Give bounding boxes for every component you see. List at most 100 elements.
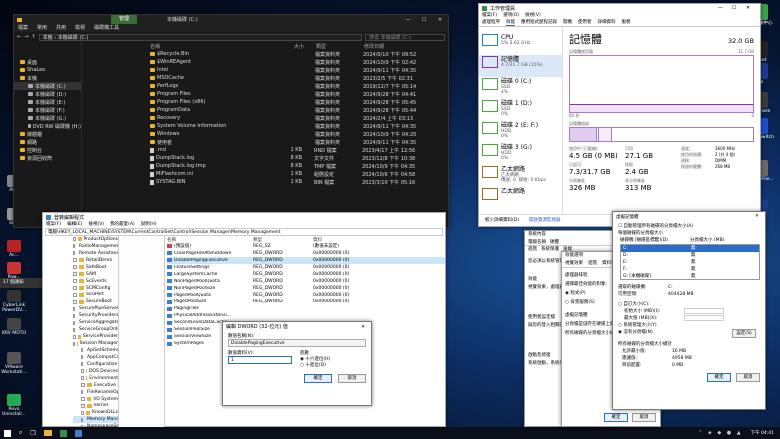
file-row[interactable]: Recovery 檔案資料夾 2024/2/4 上午 03:13 (150, 114, 448, 122)
expand-icon[interactable] (81, 369, 84, 374)
tab[interactable]: 使用者 (578, 19, 592, 26)
fewer-details-link[interactable]: 較少詳細資料(D) (485, 217, 519, 223)
expand-icon[interactable] (81, 362, 83, 367)
nav-item[interactable]: 本機磁碟 (G:) (14, 114, 81, 122)
col-type[interactable]: 類型 (304, 43, 356, 50)
tree-key[interactable]: ScsiPort (73, 292, 118, 299)
tree-key[interactable]: KnownDLLs (73, 409, 118, 416)
ribbon-tab[interactable]: 檢視 (75, 24, 85, 32)
perf-side-item[interactable]: 磁碟 2 (E: F:) HDD 0% (479, 121, 562, 143)
regedit-taskbar-icon[interactable] (74, 429, 82, 437)
nav-item[interactable]: 本機磁碟 (E:) (14, 98, 81, 106)
col-date[interactable]: 修改日期 (356, 43, 384, 50)
menu-item[interactable]: 檔案(F) (46, 221, 61, 228)
tree-key[interactable]: ServiceAggregatedEvents (73, 319, 118, 326)
value-data-input[interactable]: 1 (228, 356, 292, 364)
tree-key[interactable]: Environment (73, 375, 118, 382)
search-input[interactable]: 搜尋 本機磁碟 (C:) (365, 33, 445, 41)
drive-row[interactable]: E: 無 (621, 259, 759, 266)
minimize-button[interactable]: — (400, 17, 416, 23)
nav-item[interactable]: 本機 (14, 74, 81, 82)
tree-key[interactable]: ProductOptions (73, 236, 118, 243)
tree-key[interactable]: AppCompatCache (73, 354, 118, 361)
expand-icon[interactable] (73, 306, 75, 311)
tree-key[interactable]: kernel (73, 403, 118, 410)
col-value-data[interactable]: 資料 (313, 237, 322, 243)
expand-icon[interactable] (81, 390, 83, 395)
regedit-path[interactable]: 電腦\HKEY_LOCAL_MACHINE\SYSTEM\CurrentCont… (45, 228, 443, 236)
perf-side-item[interactable]: 乙太網路 (479, 187, 562, 209)
ribbon-tab[interactable]: 磁碟機工具 (94, 24, 119, 32)
tab[interactable]: 效能 (506, 19, 515, 26)
tab-computer-name[interactable]: 電腦名稱 (528, 239, 546, 245)
resource-monitor-link[interactable]: 開啟資源監視器 (529, 217, 561, 223)
file-row[interactable]: SYSTAG.BIN 1 KB BIN 檔案 2023/3/10 下午 05:16 (150, 178, 448, 186)
file-row[interactable]: Windows 檔案資料夾 2024/10/9 下午 04:20 (150, 130, 448, 138)
expand-icon[interactable] (81, 417, 83, 422)
expand-icon[interactable] (73, 272, 77, 277)
tree-key[interactable]: DOS Devices (73, 368, 118, 375)
expand-icon[interactable] (73, 286, 77, 291)
menu-item[interactable]: 檔案(F) (482, 12, 497, 19)
tab[interactable]: 處理程序 (482, 19, 500, 26)
file-row[interactable]: DumpStack.log.tmp 8 KB TMP 檔案 2024/10/9 下午 … (150, 162, 448, 170)
minimize-button[interactable]: — (718, 5, 732, 11)
tab[interactable]: 服務 (622, 19, 631, 26)
address-bar[interactable]: 本機 › 本機磁碟 (C:) (38, 33, 362, 41)
perf-side-item[interactable]: 磁碟 3 (G:) HDD 0% (479, 143, 562, 165)
expand-icon[interactable] (81, 348, 83, 353)
menu-item[interactable]: 選項(O) (503, 12, 519, 19)
perf-side-item[interactable]: CPU 5% 2.62 GHz (479, 33, 562, 55)
expand-icon[interactable] (73, 251, 75, 256)
tree-key[interactable]: Session Manager (73, 340, 118, 347)
tree-key[interactable]: FileRenameOperations (73, 389, 118, 396)
registry-value-row[interactable]: DisablePagingExecutive REG_DWORD 0x0000000… (167, 256, 445, 264)
file-row[interactable]: Program Files 檔案資料夾 2024/9/28 下午 04:41 (150, 90, 448, 98)
perf-side-item[interactable]: 磁碟 0 (C:) SSD 4% (479, 77, 562, 99)
start-icon[interactable] (4, 429, 11, 437)
nav-item[interactable]: 媒體櫃 (14, 130, 81, 138)
back-icon[interactable]: ← (17, 34, 21, 40)
tree-key[interactable]: RetailDemo (73, 257, 118, 264)
expand-icon[interactable] (73, 341, 76, 346)
file-row[interactable]: DumpStack.log 8 KB 文字文件 2023/12/8 下午 10:38 (150, 154, 448, 162)
tab-manage[interactable]: 管理 (111, 15, 138, 24)
tree-key[interactable]: NamespaceSeparation (73, 423, 118, 427)
registry-value-row[interactable]: ClearPageFileAtShutdown REG_DWORD 0x000000… (167, 250, 445, 257)
tree-key[interactable]: SecurityProviders (73, 312, 118, 319)
nav-item[interactable]: 本機磁碟 (F:) (14, 106, 81, 114)
menu-item[interactable]: 我的最愛(A) (110, 221, 135, 228)
tree-key[interactable]: RadioManagement (73, 243, 118, 250)
file-row[interactable]: System Volume Information 檔案資料夾 2024/9/11 … (150, 122, 448, 130)
nav-item[interactable]: 桌面 (14, 58, 81, 66)
taskmgr-taskbar-icon[interactable] (59, 429, 67, 437)
menu-item[interactable]: 檢視(V) (88, 221, 104, 228)
maximize-button[interactable]: ☐ (732, 5, 746, 11)
tree-key[interactable]: Executive (73, 382, 118, 389)
expand-icon[interactable] (81, 376, 84, 381)
forward-icon[interactable]: → (24, 34, 28, 40)
nav-item[interactable]: 本機磁碟 (C:) (14, 82, 81, 90)
explorer-taskbar-icon[interactable] (43, 430, 52, 436)
drive-row[interactable]: G: [本機磁碟] 無 (621, 273, 759, 280)
maximize-button[interactable]: ☐ (416, 17, 432, 23)
registry-value-row[interactable]: NonPagedPoolQuota REG_DWORD 0x00000000 (0) (167, 278, 445, 285)
search-icon[interactable]: ⌕ (19, 429, 22, 437)
registry-value-row[interactable]: PagedPoolQuota REG_DWORD 0x00000000 (0) (167, 292, 445, 299)
expand-icon[interactable] (73, 320, 75, 325)
close-button[interactable]: ✕ (432, 17, 448, 23)
expand-icon[interactable] (73, 292, 77, 297)
expand-icon[interactable] (81, 403, 85, 408)
tree-key[interactable]: SAM (73, 271, 118, 278)
file-row[interactable]: ProgramData 檔案資料夾 2024/9/28 下午 05:44 (150, 106, 448, 114)
tree-key[interactable]: ServiceGroupOrder (73, 326, 118, 333)
desktop-icon[interactable]: Ac... (0, 240, 28, 258)
cancel-button[interactable]: 取消 (736, 373, 760, 382)
file-row[interactable]: MSOCache 檔案資料夾 2023/2/5 下午 02:31 (150, 74, 448, 82)
cancel-button[interactable]: 取消 (632, 413, 656, 422)
nav-item[interactable]: 資源回收筒 (14, 154, 81, 162)
registry-value-row[interactable]: (預設值) REG_SZ (數值未設定) (167, 243, 445, 250)
tree-key[interactable]: ScEvents (73, 278, 118, 285)
menu-item[interactable]: 說明(H) (141, 221, 157, 228)
radio-system-managed[interactable]: ○ 系統管理大小(Y) (618, 322, 760, 329)
